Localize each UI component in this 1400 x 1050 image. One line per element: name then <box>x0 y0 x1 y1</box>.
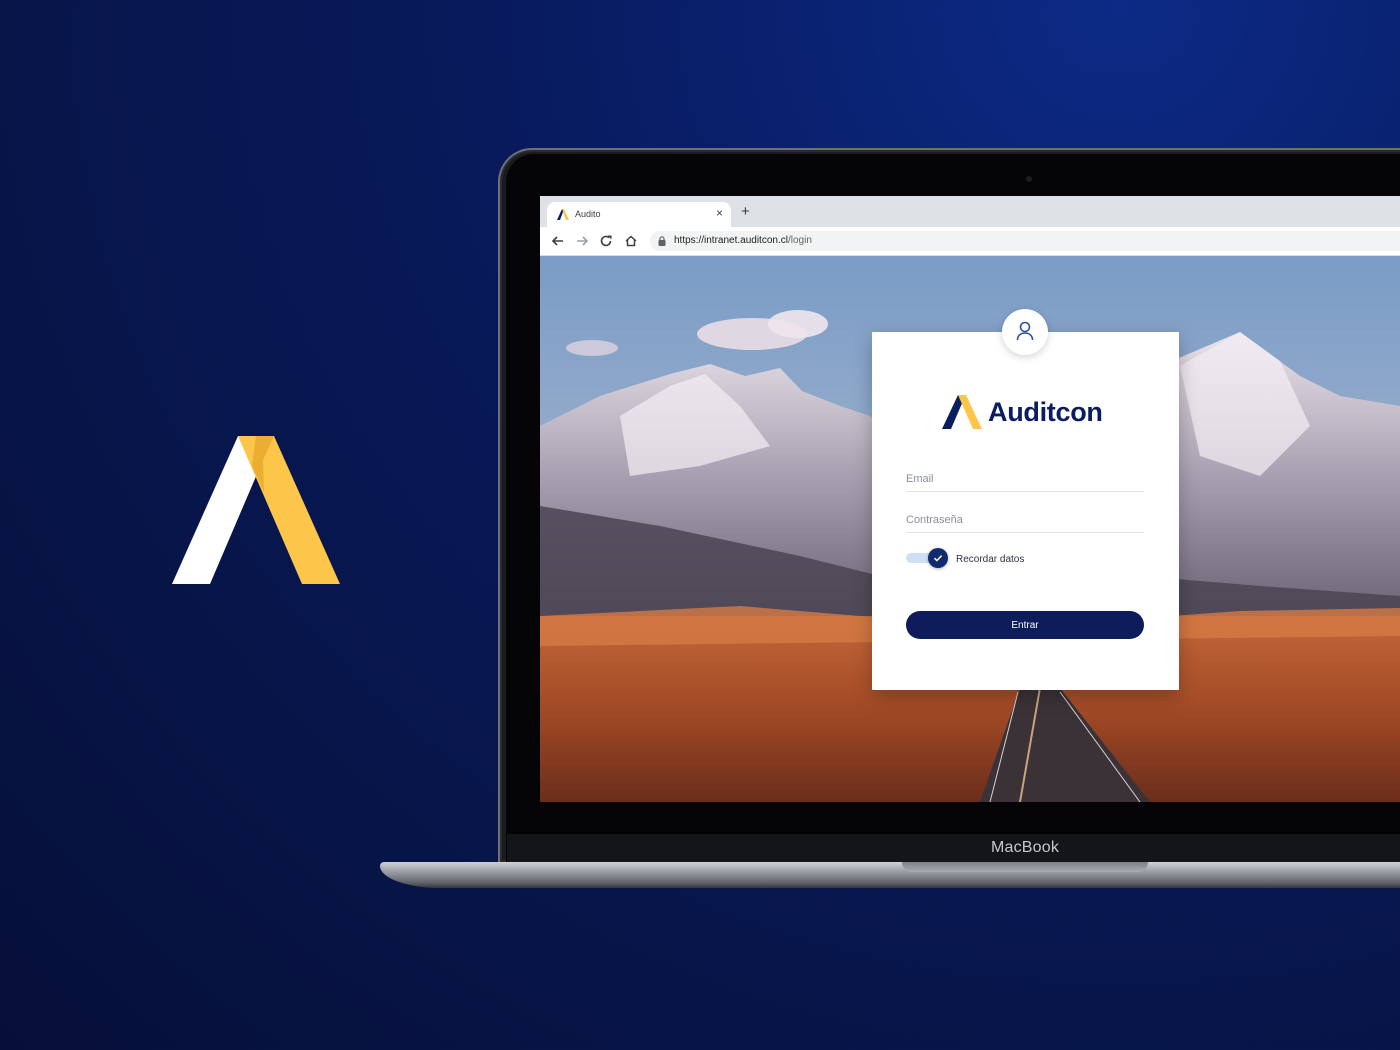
reload-icon[interactable] <box>598 233 614 249</box>
address-bar[interactable]: https://intranet.auditcon.cl/login <box>650 231 1400 251</box>
email-field <box>906 469 1144 492</box>
url-text: https://intranet.auditcon.cl/login <box>674 235 812 246</box>
lock-icon <box>658 236 666 246</box>
user-avatar <box>1002 309 1048 355</box>
auditcon-logo-icon <box>942 395 982 429</box>
home-icon[interactable] <box>623 233 639 249</box>
checkmark-icon <box>933 555 943 562</box>
laptop-base <box>380 862 1400 888</box>
favicon-icon <box>557 209 569 220</box>
close-tab-icon[interactable]: × <box>716 206 723 220</box>
toggle-knob <box>928 548 948 568</box>
tab-bar: Audito × + <box>540 196 1400 227</box>
laptop-chin <box>507 834 1400 864</box>
back-arrow-icon[interactable] <box>550 233 566 249</box>
url-host: https://intranet.auditcon.cl <box>674 235 788 246</box>
device-label: MacBook <box>990 839 1060 856</box>
submit-button[interactable]: Entrar <box>906 611 1144 639</box>
tab-title: Audito <box>575 209 601 219</box>
remember-toggle[interactable] <box>906 548 948 568</box>
login-page: Auditcon Recordar datos Entrar <box>540 256 1400 802</box>
brand-name: Auditcon <box>988 397 1103 427</box>
url-path: /login <box>787 235 812 246</box>
brand-lockup: Auditcon <box>942 395 1122 431</box>
auditcon-logo-large <box>172 436 340 584</box>
user-icon <box>1016 321 1034 341</box>
browser-window: Audito × + https://intranet.auditcon.cl/… <box>540 196 1400 802</box>
laptop-notch <box>902 862 1148 872</box>
password-input[interactable] <box>906 511 1144 529</box>
browser-toolbar: https://intranet.auditcon.cl/login <box>540 227 1400 256</box>
login-card: Auditcon Recordar datos Entrar <box>872 309 1179 690</box>
email-input[interactable] <box>906 470 1144 488</box>
browser-tab[interactable]: Audito × <box>547 202 731 227</box>
password-field <box>906 510 1144 533</box>
remember-label: Recordar datos <box>956 554 1025 565</box>
new-tab-button[interactable]: + <box>741 204 750 219</box>
camera-icon <box>1026 176 1032 182</box>
forward-arrow-icon[interactable] <box>574 233 590 249</box>
